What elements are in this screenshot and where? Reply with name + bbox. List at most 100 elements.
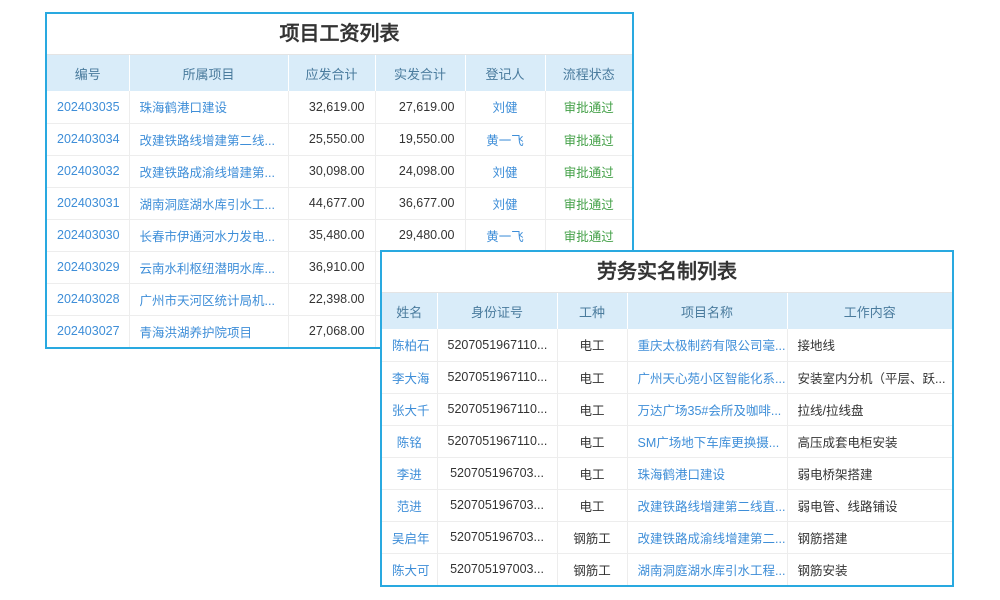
cell-project-link[interactable]: SM广场地下车库更换摄... bbox=[627, 425, 787, 457]
cell-registrar[interactable]: 刘健 bbox=[465, 91, 545, 123]
cell-work-type: 电工 bbox=[557, 489, 627, 521]
cell-work-type: 钢筋工 bbox=[557, 553, 627, 585]
cell-id-number: 5207051967110... bbox=[437, 361, 557, 393]
cell-worker-name[interactable]: 陈铭 bbox=[382, 425, 437, 457]
cell-id-number: 520705196703... bbox=[437, 457, 557, 489]
column-header-project: 所属项目 bbox=[129, 55, 288, 91]
cell-record-id[interactable]: 202403028 bbox=[47, 283, 129, 315]
cell-payable-total: 22,398.00 bbox=[288, 283, 375, 315]
cell-work-content: 安装室内分机（平层、跃... bbox=[787, 361, 952, 393]
cell-status: 审批通过 bbox=[545, 91, 632, 123]
cell-registrar[interactable]: 黄一飞 bbox=[465, 219, 545, 251]
cell-paid-total: 27,619.00 bbox=[375, 91, 465, 123]
cell-payable-total: 25,550.00 bbox=[288, 123, 375, 155]
cell-payable-total: 30,098.00 bbox=[288, 155, 375, 187]
cell-paid-total: 19,550.00 bbox=[375, 123, 465, 155]
cell-payable-total: 36,910.00 bbox=[288, 251, 375, 283]
cell-work-type: 电工 bbox=[557, 425, 627, 457]
cell-record-id[interactable]: 202403032 bbox=[47, 155, 129, 187]
cell-work-content: 接地线 bbox=[787, 329, 952, 361]
cell-work-content: 高压成套电柜安装 bbox=[787, 425, 952, 457]
table-row: 202403034 改建铁路线增建第二线... 25,550.00 19,550… bbox=[47, 123, 632, 155]
column-header-id-number: 身份证号 bbox=[437, 293, 557, 329]
labor-table: 姓名 身份证号 工种 项目名称 工作内容 陈柏石 5207051967110..… bbox=[382, 293, 952, 585]
cell-work-type: 电工 bbox=[557, 393, 627, 425]
cell-worker-name[interactable]: 吴启年 bbox=[382, 521, 437, 553]
cell-payable-total: 27,068.00 bbox=[288, 315, 375, 347]
cell-project-link[interactable]: 广州天心苑小区智能化系... bbox=[627, 361, 787, 393]
cell-record-id[interactable]: 202403034 bbox=[47, 123, 129, 155]
cell-paid-total: 24,098.00 bbox=[375, 155, 465, 187]
cell-payable-total: 44,677.00 bbox=[288, 187, 375, 219]
table-row: 陈大可 520705197003... 钢筋工 湖南洞庭湖水库引水工程... 钢… bbox=[382, 553, 952, 585]
column-header-paid: 实发合计 bbox=[375, 55, 465, 91]
cell-status: 审批通过 bbox=[545, 187, 632, 219]
cell-id-number: 520705197003... bbox=[437, 553, 557, 585]
cell-status: 审批通过 bbox=[545, 219, 632, 251]
table-row: 吴启年 520705196703... 钢筋工 改建铁路成渝线增建第二... 钢… bbox=[382, 521, 952, 553]
cell-record-id[interactable]: 202403031 bbox=[47, 187, 129, 219]
cell-id-number: 5207051967110... bbox=[437, 393, 557, 425]
table-row: 202403031 湖南洞庭湖水库引水工... 44,677.00 36,677… bbox=[47, 187, 632, 219]
table-row: 陈柏石 5207051967110... 电工 重庆太极制药有限公司毫... 接… bbox=[382, 329, 952, 361]
cell-record-id[interactable]: 202403029 bbox=[47, 251, 129, 283]
cell-project-link[interactable]: 珠海鹤港口建设 bbox=[129, 91, 288, 123]
table-row: 张大千 5207051967110... 电工 万达广场35#会所及咖啡... … bbox=[382, 393, 952, 425]
labor-header-row: 姓名 身份证号 工种 项目名称 工作内容 bbox=[382, 293, 952, 329]
cell-worker-name[interactable]: 范进 bbox=[382, 489, 437, 521]
cell-worker-name[interactable]: 李进 bbox=[382, 457, 437, 489]
cell-id-number: 520705196703... bbox=[437, 521, 557, 553]
cell-work-type: 电工 bbox=[557, 457, 627, 489]
column-header-id: 编号 bbox=[47, 55, 129, 91]
cell-work-content: 钢筋安装 bbox=[787, 553, 952, 585]
salary-list-title: 项目工资列表 bbox=[47, 14, 632, 55]
column-header-status: 流程状态 bbox=[545, 55, 632, 91]
cell-paid-total: 36,677.00 bbox=[375, 187, 465, 219]
cell-record-id[interactable]: 202403030 bbox=[47, 219, 129, 251]
column-header-work-content: 工作内容 bbox=[787, 293, 952, 329]
cell-project-link[interactable]: 湖南洞庭湖水库引水工程... bbox=[627, 553, 787, 585]
cell-project-link[interactable]: 珠海鹤港口建设 bbox=[627, 457, 787, 489]
cell-project-link[interactable]: 万达广场35#会所及咖啡... bbox=[627, 393, 787, 425]
cell-record-id[interactable]: 202403027 bbox=[47, 315, 129, 347]
cell-worker-name[interactable]: 陈柏石 bbox=[382, 329, 437, 361]
table-row: 李进 520705196703... 电工 珠海鹤港口建设 弱电桥架搭建 bbox=[382, 457, 952, 489]
cell-registrar[interactable]: 黄一飞 bbox=[465, 123, 545, 155]
cell-status: 审批通过 bbox=[545, 155, 632, 187]
cell-project-link[interactable]: 云南水利枢纽潜明水库... bbox=[129, 251, 288, 283]
labor-list-window: 劳务实名制列表 姓名 身份证号 工种 项目名称 工作内容 陈柏石 5207051… bbox=[380, 250, 954, 587]
cell-project-link[interactable]: 改建铁路线增建第二线... bbox=[129, 123, 288, 155]
table-row: 202403030 长春市伊通河水力发电... 35,480.00 29,480… bbox=[47, 219, 632, 251]
cell-payable-total: 35,480.00 bbox=[288, 219, 375, 251]
cell-project-link[interactable]: 湖南洞庭湖水库引水工... bbox=[129, 187, 288, 219]
cell-worker-name[interactable]: 李大海 bbox=[382, 361, 437, 393]
table-row: 202403035 珠海鹤港口建设 32,619.00 27,619.00 刘健… bbox=[47, 91, 632, 123]
cell-project-link[interactable]: 广州市天河区统计局机... bbox=[129, 283, 288, 315]
cell-payable-total: 32,619.00 bbox=[288, 91, 375, 123]
cell-work-content: 拉线/拉线盘 bbox=[787, 393, 952, 425]
cell-project-link[interactable]: 长春市伊通河水力发电... bbox=[129, 219, 288, 251]
salary-header-row: 编号 所属项目 应发合计 实发合计 登记人 流程状态 bbox=[47, 55, 632, 91]
column-header-registrar: 登记人 bbox=[465, 55, 545, 91]
cell-project-link[interactable]: 青海洪湖养护院项目 bbox=[129, 315, 288, 347]
cell-worker-name[interactable]: 陈大可 bbox=[382, 553, 437, 585]
labor-list-title: 劳务实名制列表 bbox=[382, 252, 952, 293]
cell-work-content: 弱电管、线路铺设 bbox=[787, 489, 952, 521]
table-row: 陈铭 5207051967110... 电工 SM广场地下车库更换摄... 高压… bbox=[382, 425, 952, 457]
cell-registrar[interactable]: 刘健 bbox=[465, 155, 545, 187]
cell-worker-name[interactable]: 张大千 bbox=[382, 393, 437, 425]
cell-work-type: 钢筋工 bbox=[557, 521, 627, 553]
cell-project-link[interactable]: 重庆太极制药有限公司毫... bbox=[627, 329, 787, 361]
cell-project-link[interactable]: 改建铁路成渝线增建第二... bbox=[627, 521, 787, 553]
cell-id-number: 520705196703... bbox=[437, 489, 557, 521]
cell-record-id[interactable]: 202403035 bbox=[47, 91, 129, 123]
cell-status: 审批通过 bbox=[545, 123, 632, 155]
table-row: 202403032 改建铁路成渝线增建第... 30,098.00 24,098… bbox=[47, 155, 632, 187]
cell-work-type: 电工 bbox=[557, 361, 627, 393]
cell-work-content: 弱电桥架搭建 bbox=[787, 457, 952, 489]
column-header-project-name: 项目名称 bbox=[627, 293, 787, 329]
cell-id-number: 5207051967110... bbox=[437, 425, 557, 457]
cell-registrar[interactable]: 刘健 bbox=[465, 187, 545, 219]
cell-project-link[interactable]: 改建铁路成渝线增建第... bbox=[129, 155, 288, 187]
cell-project-link[interactable]: 改建铁路线增建第二线直... bbox=[627, 489, 787, 521]
